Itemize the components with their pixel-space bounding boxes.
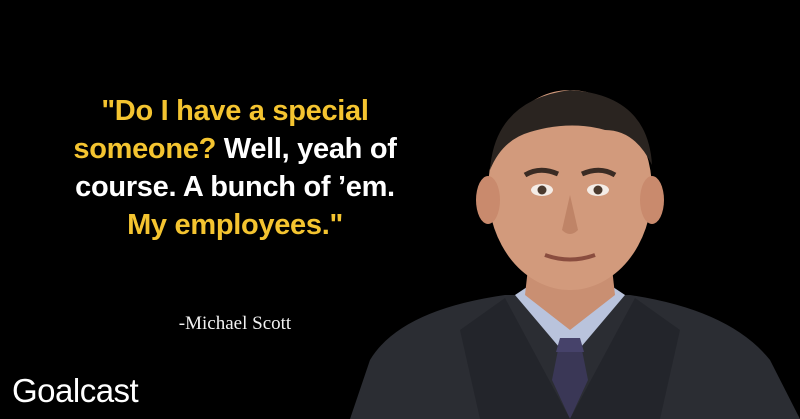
brand-logo: Goalcast <box>12 372 139 409</box>
quote-author: -Michael Scott <box>178 313 292 334</box>
quote-line-2-highlight: someone? <box>73 133 217 165</box>
portrait-photo <box>350 90 800 419</box>
